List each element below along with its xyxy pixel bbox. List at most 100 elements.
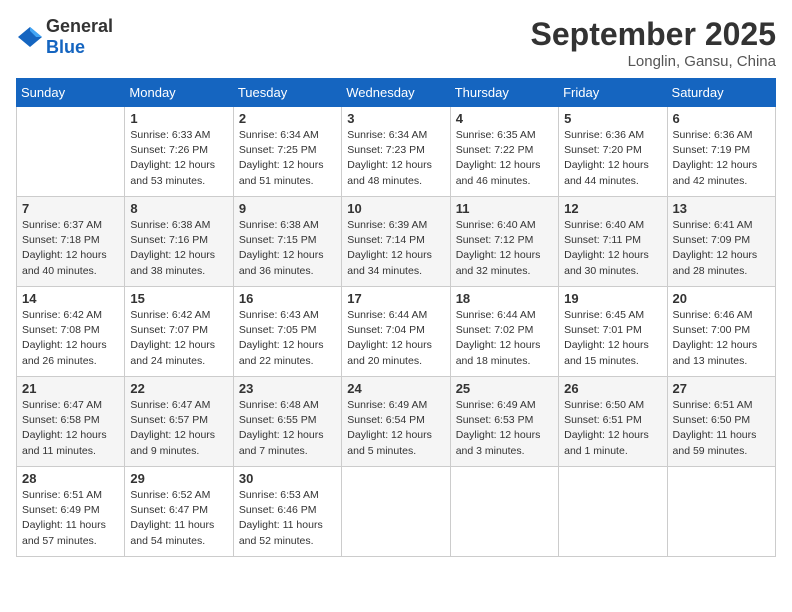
calendar-cell: 21 Sunrise: 6:47 AMSunset: 6:58 PMDayligh… — [17, 377, 125, 467]
day-number: 9 — [239, 201, 336, 216]
day-info: Sunrise: 6:37 AMSunset: 7:18 PMDaylight:… — [22, 218, 119, 279]
day-info: Sunrise: 6:35 AMSunset: 7:22 PMDaylight:… — [456, 128, 553, 189]
calendar-cell: 11 Sunrise: 6:40 AMSunset: 7:12 PMDayligh… — [450, 197, 558, 287]
day-number: 7 — [22, 201, 119, 216]
day-info: Sunrise: 6:49 AMSunset: 6:53 PMDaylight:… — [456, 398, 553, 459]
page-header: General Blue September 2025 Longlin, Gan… — [16, 16, 776, 70]
day-number: 2 — [239, 111, 336, 126]
logo-icon — [16, 23, 44, 51]
week-row-4: 21 Sunrise: 6:47 AMSunset: 6:58 PMDayligh… — [17, 377, 776, 467]
day-header-saturday: Saturday — [667, 79, 775, 107]
day-info: Sunrise: 6:43 AMSunset: 7:05 PMDaylight:… — [239, 308, 336, 369]
day-header-monday: Monday — [125, 79, 233, 107]
day-info: Sunrise: 6:42 AMSunset: 7:08 PMDaylight:… — [22, 308, 119, 369]
calendar-cell — [342, 467, 450, 557]
calendar-header: SundayMondayTuesdayWednesdayThursdayFrid… — [17, 79, 776, 107]
calendar-body: 1 Sunrise: 6:33 AMSunset: 7:26 PMDaylight… — [17, 107, 776, 557]
week-row-5: 28 Sunrise: 6:51 AMSunset: 6:49 PMDayligh… — [17, 467, 776, 557]
day-number: 5 — [564, 111, 661, 126]
day-info: Sunrise: 6:53 AMSunset: 6:46 PMDaylight:… — [239, 488, 336, 549]
day-info: Sunrise: 6:50 AMSunset: 6:51 PMDaylight:… — [564, 398, 661, 459]
day-info: Sunrise: 6:36 AMSunset: 7:20 PMDaylight:… — [564, 128, 661, 189]
calendar-cell: 28 Sunrise: 6:51 AMSunset: 6:49 PMDayligh… — [17, 467, 125, 557]
calendar-cell: 17 Sunrise: 6:44 AMSunset: 7:04 PMDayligh… — [342, 287, 450, 377]
calendar-cell — [667, 467, 775, 557]
day-number: 4 — [456, 111, 553, 126]
day-info: Sunrise: 6:34 AMSunset: 7:25 PMDaylight:… — [239, 128, 336, 189]
day-number: 24 — [347, 381, 444, 396]
day-number: 28 — [22, 471, 119, 486]
week-row-3: 14 Sunrise: 6:42 AMSunset: 7:08 PMDayligh… — [17, 287, 776, 377]
day-info: Sunrise: 6:44 AMSunset: 7:02 PMDaylight:… — [456, 308, 553, 369]
day-number: 17 — [347, 291, 444, 306]
day-number: 19 — [564, 291, 661, 306]
logo-blue: Blue — [46, 37, 85, 57]
day-number: 10 — [347, 201, 444, 216]
logo-general: General — [46, 16, 113, 36]
day-info: Sunrise: 6:51 AMSunset: 6:50 PMDaylight:… — [673, 398, 770, 459]
day-number: 1 — [130, 111, 227, 126]
calendar-cell: 15Sunrise: 6:42 AMSunset: 7:07 PMDayligh… — [125, 287, 233, 377]
week-row-1: 1 Sunrise: 6:33 AMSunset: 7:26 PMDaylight… — [17, 107, 776, 197]
calendar-cell — [450, 467, 558, 557]
day-number: 13 — [673, 201, 770, 216]
calendar-cell: 5 Sunrise: 6:36 AMSunset: 7:20 PMDaylight… — [559, 107, 667, 197]
day-number: 29 — [130, 471, 227, 486]
calendar-cell: 20Sunrise: 6:46 AMSunset: 7:00 PMDayligh… — [667, 287, 775, 377]
calendar-cell: 26 Sunrise: 6:50 AMSunset: 6:51 PMDayligh… — [559, 377, 667, 467]
day-header-friday: Friday — [559, 79, 667, 107]
day-number: 15 — [130, 291, 227, 306]
day-number: 20 — [673, 291, 770, 306]
title-block: September 2025 Longlin, Gansu, China — [531, 16, 776, 70]
calendar-cell: 22 Sunrise: 6:47 AMSunset: 6:57 PMDayligh… — [125, 377, 233, 467]
day-info: Sunrise: 6:44 AMSunset: 7:04 PMDaylight:… — [347, 308, 444, 369]
calendar-cell: 25Sunrise: 6:49 AMSunset: 6:53 PMDayligh… — [450, 377, 558, 467]
day-number: 22 — [130, 381, 227, 396]
calendar-cell: 3 Sunrise: 6:34 AMSunset: 7:23 PMDaylight… — [342, 107, 450, 197]
day-info: Sunrise: 6:47 AMSunset: 6:57 PMDaylight:… — [130, 398, 227, 459]
day-info: Sunrise: 6:51 AMSunset: 6:49 PMDaylight:… — [22, 488, 119, 549]
calendar-cell: 12Sunrise: 6:40 AMSunset: 7:11 PMDayligh… — [559, 197, 667, 287]
calendar-cell: 4 Sunrise: 6:35 AMSunset: 7:22 PMDaylight… — [450, 107, 558, 197]
subtitle: Longlin, Gansu, China — [531, 53, 776, 70]
day-info: Sunrise: 6:47 AMSunset: 6:58 PMDaylight:… — [22, 398, 119, 459]
day-number: 23 — [239, 381, 336, 396]
day-header-wednesday: Wednesday — [342, 79, 450, 107]
month-title: September 2025 — [531, 16, 776, 53]
day-number: 3 — [347, 111, 444, 126]
calendar-cell: 14 Sunrise: 6:42 AMSunset: 7:08 PMDayligh… — [17, 287, 125, 377]
day-header-thursday: Thursday — [450, 79, 558, 107]
day-info: Sunrise: 6:40 AMSunset: 7:12 PMDaylight:… — [456, 218, 553, 279]
calendar-cell: 23 Sunrise: 6:48 AMSunset: 6:55 PMDayligh… — [233, 377, 341, 467]
day-number: 21 — [22, 381, 119, 396]
calendar-cell: 16 Sunrise: 6:43 AMSunset: 7:05 PMDayligh… — [233, 287, 341, 377]
day-number: 27 — [673, 381, 770, 396]
day-header-row: SundayMondayTuesdayWednesdayThursdayFrid… — [17, 79, 776, 107]
day-number: 8 — [130, 201, 227, 216]
calendar-cell: 8Sunrise: 6:38 AMSunset: 7:16 PMDaylight… — [125, 197, 233, 287]
day-number: 18 — [456, 291, 553, 306]
day-info: Sunrise: 6:34 AMSunset: 7:23 PMDaylight:… — [347, 128, 444, 189]
day-info: Sunrise: 6:33 AMSunset: 7:26 PMDaylight:… — [130, 128, 227, 189]
day-info: Sunrise: 6:52 AMSunset: 6:47 PMDaylight:… — [130, 488, 227, 549]
day-number: 26 — [564, 381, 661, 396]
day-number: 14 — [22, 291, 119, 306]
calendar-cell: 19 Sunrise: 6:45 AMSunset: 7:01 PMDayligh… — [559, 287, 667, 377]
calendar-cell: 10Sunrise: 6:39 AMSunset: 7:14 PMDayligh… — [342, 197, 450, 287]
calendar-cell: 7 Sunrise: 6:37 AMSunset: 7:18 PMDaylight… — [17, 197, 125, 287]
day-number: 30 — [239, 471, 336, 486]
day-number: 11 — [456, 201, 553, 216]
day-info: Sunrise: 6:48 AMSunset: 6:55 PMDaylight:… — [239, 398, 336, 459]
calendar-cell — [17, 107, 125, 197]
day-info: Sunrise: 6:45 AMSunset: 7:01 PMDaylight:… — [564, 308, 661, 369]
day-info: Sunrise: 6:36 AMSunset: 7:19 PMDaylight:… — [673, 128, 770, 189]
calendar-cell: 2 Sunrise: 6:34 AMSunset: 7:25 PMDaylight… — [233, 107, 341, 197]
day-number: 16 — [239, 291, 336, 306]
calendar-cell: 24Sunrise: 6:49 AMSunset: 6:54 PMDayligh… — [342, 377, 450, 467]
calendar-cell: 27 Sunrise: 6:51 AMSunset: 6:50 PMDayligh… — [667, 377, 775, 467]
calendar-cell: 30 Sunrise: 6:53 AMSunset: 6:46 PMDayligh… — [233, 467, 341, 557]
calendar-cell: 29 Sunrise: 6:52 AMSunset: 6:47 PMDayligh… — [125, 467, 233, 557]
calendar-cell: 1 Sunrise: 6:33 AMSunset: 7:26 PMDaylight… — [125, 107, 233, 197]
calendar-cell: 13Sunrise: 6:41 AMSunset: 7:09 PMDayligh… — [667, 197, 775, 287]
calendar-cell: 6Sunrise: 6:36 AMSunset: 7:19 PMDaylight… — [667, 107, 775, 197]
